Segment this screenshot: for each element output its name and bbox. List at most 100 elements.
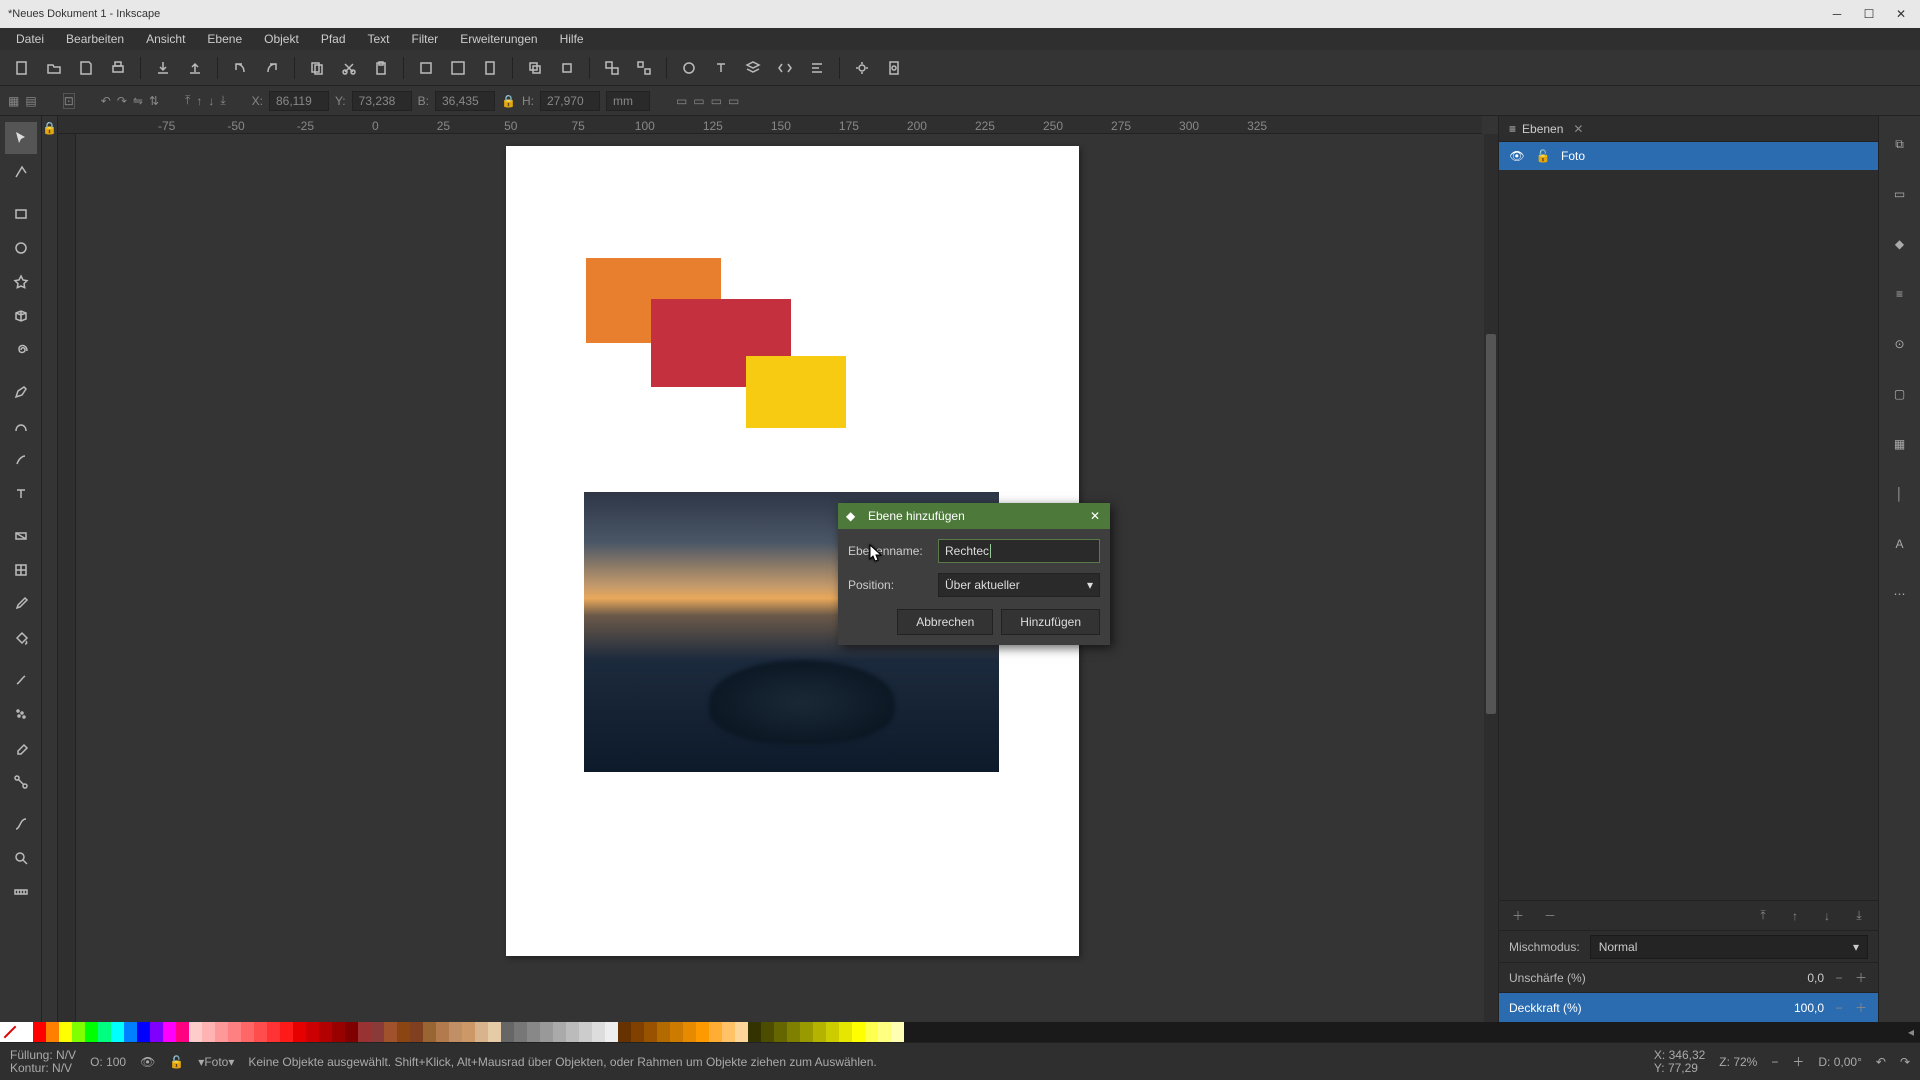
snap-page-icon[interactable]: ▢ bbox=[1884, 372, 1916, 416]
open-file-icon[interactable] bbox=[40, 54, 68, 82]
align-icon[interactable] bbox=[803, 54, 831, 82]
rotate-ccw-icon[interactable]: ↶ bbox=[101, 94, 111, 108]
color-swatch[interactable] bbox=[410, 1022, 423, 1042]
color-swatch[interactable] bbox=[124, 1022, 137, 1042]
import-icon[interactable] bbox=[149, 54, 177, 82]
snap-guide-icon[interactable]: │ bbox=[1884, 472, 1916, 516]
menu-filter[interactable]: Filter bbox=[402, 30, 449, 48]
duplicate-icon[interactable] bbox=[521, 54, 549, 82]
move-gradients-icon[interactable]: ▭ bbox=[711, 94, 722, 108]
color-swatch[interactable] bbox=[397, 1022, 410, 1042]
clone-icon[interactable] bbox=[553, 54, 581, 82]
zoom-drawing-icon[interactable] bbox=[444, 54, 472, 82]
flip-v-icon[interactable]: ⇅ bbox=[149, 94, 159, 108]
lower-icon[interactable]: ↓ bbox=[208, 94, 214, 108]
color-swatch[interactable] bbox=[696, 1022, 709, 1042]
color-swatch[interactable] bbox=[137, 1022, 150, 1042]
color-swatch[interactable] bbox=[33, 1022, 46, 1042]
color-swatch[interactable] bbox=[384, 1022, 397, 1042]
select-tool[interactable] bbox=[5, 122, 37, 154]
opacity-plus[interactable]: ＋ bbox=[1854, 999, 1868, 1016]
cancel-button[interactable]: Abbrechen bbox=[897, 609, 993, 635]
color-swatch[interactable] bbox=[280, 1022, 293, 1042]
rotation-status[interactable]: D: 0,00° bbox=[1818, 1055, 1862, 1069]
color-swatch[interactable] bbox=[644, 1022, 657, 1042]
color-swatch[interactable] bbox=[527, 1022, 540, 1042]
zoom-tool[interactable] bbox=[5, 842, 37, 874]
dropper-tool[interactable] bbox=[5, 588, 37, 620]
canvas-rect-yellow[interactable] bbox=[746, 356, 846, 428]
snap-grid-icon[interactable]: ▦ bbox=[1884, 422, 1916, 466]
star-tool[interactable] bbox=[5, 266, 37, 298]
blur-minus[interactable]: − bbox=[1832, 971, 1846, 985]
color-swatch[interactable] bbox=[189, 1022, 202, 1042]
menu-layer[interactable]: Ebene bbox=[197, 30, 252, 48]
snap-align-icon[interactable]: ≡ bbox=[1884, 272, 1916, 316]
lpe-tool[interactable] bbox=[5, 808, 37, 840]
paintbucket-tool[interactable] bbox=[5, 622, 37, 654]
dialog-close-icon[interactable]: ✕ bbox=[1088, 509, 1102, 523]
color-swatch[interactable] bbox=[501, 1022, 514, 1042]
color-swatch[interactable] bbox=[670, 1022, 683, 1042]
select-all-layers-icon[interactable]: ▦ bbox=[8, 94, 19, 108]
zoom-page-icon[interactable] bbox=[476, 54, 504, 82]
color-swatch[interactable] bbox=[423, 1022, 436, 1042]
canvas[interactable] bbox=[76, 134, 1498, 1022]
select-same-icon[interactable]: ▤ bbox=[25, 94, 36, 108]
pencil-tool[interactable] bbox=[5, 376, 37, 408]
rotate-cw-status-icon[interactable]: ↷ bbox=[1900, 1055, 1910, 1069]
panel-tab-close[interactable]: ✕ bbox=[1573, 122, 1583, 136]
color-swatch[interactable] bbox=[618, 1022, 631, 1042]
transform-toggle-icon[interactable]: ⊡ bbox=[63, 93, 75, 109]
rotate-cw-icon[interactable]: ↷ bbox=[117, 94, 127, 108]
preferences-icon[interactable] bbox=[848, 54, 876, 82]
color-swatch[interactable] bbox=[774, 1022, 787, 1042]
color-swatch[interactable] bbox=[657, 1022, 670, 1042]
snap-nodes-icon[interactable]: ◆ bbox=[1884, 222, 1916, 266]
scale-stroke-icon[interactable]: ▭ bbox=[676, 94, 687, 108]
tweak-tool[interactable] bbox=[5, 664, 37, 696]
lock-icon[interactable]: 🔓 bbox=[1535, 149, 1551, 163]
eraser-tool[interactable] bbox=[5, 732, 37, 764]
layer-selector[interactable]: ▾Foto▾ bbox=[198, 1055, 234, 1069]
color-swatch[interactable] bbox=[735, 1022, 748, 1042]
gradient-tool[interactable] bbox=[5, 520, 37, 552]
color-swatch[interactable] bbox=[605, 1022, 618, 1042]
color-swatch[interactable] bbox=[345, 1022, 358, 1042]
color-swatch[interactable] bbox=[475, 1022, 488, 1042]
rotate-ccw-status-icon[interactable]: ↶ bbox=[1876, 1055, 1886, 1069]
color-swatch[interactable] bbox=[332, 1022, 345, 1042]
layer-row[interactable]: 👁 🔓 Foto bbox=[1499, 142, 1878, 170]
position-select[interactable]: Über aktueller ▾ bbox=[938, 573, 1100, 597]
visibility-icon[interactable]: 👁 bbox=[1509, 149, 1525, 163]
scale-corners-icon[interactable]: ▭ bbox=[693, 94, 704, 108]
ruler-horizontal[interactable]: -75-50-25 02550 75100125 150175200 22525… bbox=[58, 116, 1482, 134]
menu-file[interactable]: Datei bbox=[6, 30, 54, 48]
color-swatch[interactable] bbox=[111, 1022, 124, 1042]
color-swatch[interactable] bbox=[514, 1022, 527, 1042]
color-swatch[interactable] bbox=[891, 1022, 904, 1042]
color-swatch[interactable] bbox=[761, 1022, 774, 1042]
color-swatch[interactable] bbox=[839, 1022, 852, 1042]
save-icon[interactable] bbox=[72, 54, 100, 82]
y-field[interactable]: 73,238 bbox=[352, 91, 412, 111]
opacity-status[interactable]: O: 100 bbox=[90, 1055, 126, 1069]
color-swatch[interactable] bbox=[254, 1022, 267, 1042]
raise-top-layer-icon[interactable]: ⤒ bbox=[1754, 908, 1772, 923]
snap-text-icon[interactable]: A bbox=[1884, 522, 1916, 566]
color-swatch[interactable] bbox=[267, 1022, 280, 1042]
color-swatch[interactable] bbox=[787, 1022, 800, 1042]
zoom-status[interactable]: Z: 72% bbox=[1719, 1055, 1757, 1069]
menu-object[interactable]: Objekt bbox=[254, 30, 309, 48]
snap-toggle-icon[interactable]: ⧉ bbox=[1884, 122, 1916, 166]
color-swatch[interactable] bbox=[72, 1022, 85, 1042]
color-swatch[interactable] bbox=[163, 1022, 176, 1042]
snap-bbox-icon[interactable]: ▭ bbox=[1884, 172, 1916, 216]
color-swatch[interactable] bbox=[488, 1022, 501, 1042]
add-layer-icon[interactable]: ＋ bbox=[1509, 907, 1527, 924]
xml-icon[interactable] bbox=[771, 54, 799, 82]
layers-dialog-icon[interactable] bbox=[739, 54, 767, 82]
menu-view[interactable]: Ansicht bbox=[136, 30, 195, 48]
visibility-status-icon[interactable]: 👁 bbox=[140, 1055, 155, 1069]
lock-status-icon[interactable]: 🔓 bbox=[169, 1055, 184, 1069]
